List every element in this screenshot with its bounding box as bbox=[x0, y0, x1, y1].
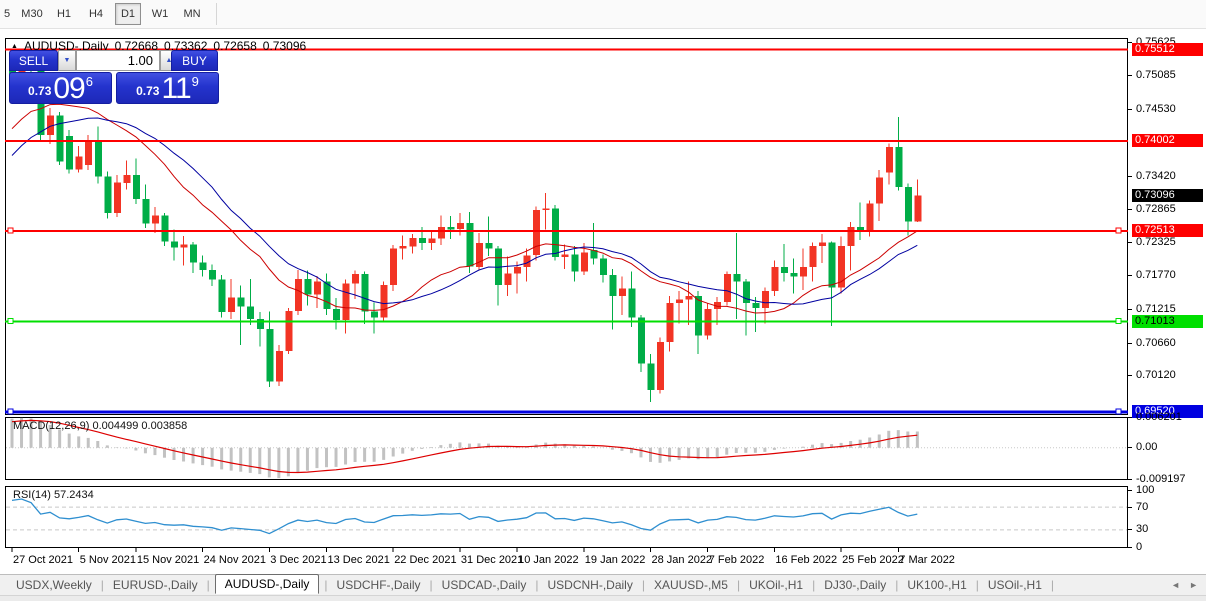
date-tick-label: 13 Dec 2021 bbox=[327, 554, 389, 566]
tab-separator: | bbox=[895, 578, 899, 592]
timeframe-button-m30[interactable]: M30 bbox=[19, 3, 45, 25]
price-axis-tick: 0.70660 bbox=[1128, 337, 1206, 350]
chart-tab-usdx-weekly[interactable]: USDX,Weekly bbox=[12, 577, 96, 593]
chart-tab-ukoil-h1[interactable]: UKOil-,H1 bbox=[745, 577, 807, 593]
chart-tab-usdcnh-daily[interactable]: USDCNH-,Daily bbox=[543, 577, 636, 593]
rsi-axis-30: 30 bbox=[1128, 523, 1206, 536]
timeframe-button-w1[interactable]: W1 bbox=[147, 3, 173, 25]
date-tick-label: 5 Nov 2021 bbox=[80, 554, 136, 566]
price-axis-tick: 0.72865 bbox=[1128, 203, 1206, 216]
tab-separator: | bbox=[812, 578, 816, 592]
rsi-axis-0: 0 bbox=[1128, 541, 1206, 554]
tabs-scroll-right-icon[interactable]: ► bbox=[1189, 580, 1198, 590]
rsi-label: RSI(14) 57.2434 bbox=[13, 489, 94, 501]
date-tick-label: 3 Dec 2021 bbox=[270, 554, 326, 566]
timeframe-button-d1[interactable]: D1 bbox=[115, 3, 141, 25]
date-tick-label: 24 Nov 2021 bbox=[204, 554, 266, 566]
macd-axis-max: 0.006201 bbox=[1128, 411, 1206, 424]
buy-price-display[interactable]: 0.73 11 9 bbox=[116, 72, 219, 104]
price-axis-tick: 0.74530 bbox=[1128, 103, 1206, 116]
one-click-trading-panel: SELL ▼ ▲ BUY 0.73096 0.73119 bbox=[8, 50, 219, 104]
price-axis-tick: 0.75085 bbox=[1128, 69, 1206, 82]
hline-price-tag-0.71013: 0.71013 bbox=[1132, 315, 1203, 329]
hline-handle bbox=[1115, 318, 1122, 325]
date-tick-label: 27 Oct 2021 bbox=[13, 554, 73, 566]
price-axis-tick: 0.73420 bbox=[1128, 170, 1206, 183]
volume-decrease-button[interactable]: ▼ bbox=[58, 50, 76, 71]
chart-tab-audusd-daily[interactable]: AUDUSD-,Daily bbox=[214, 574, 320, 594]
date-tick-label: 10 Jan 2022 bbox=[518, 554, 579, 566]
buy-price-pips: 11 bbox=[161, 72, 191, 105]
sell-price-prefix: 0.73 bbox=[28, 84, 52, 98]
hline-price-tag-0.75512: 0.75512 bbox=[1132, 43, 1203, 57]
chart-tab-dj30-daily[interactable]: DJ30-,Daily bbox=[820, 577, 890, 593]
window-bottom-edge bbox=[0, 595, 1206, 601]
tab-scroll-arrows: ◄ ► bbox=[1171, 580, 1198, 590]
date-tick-label: 31 Dec 2021 bbox=[461, 554, 523, 566]
date-tick-label: 19 Jan 2022 bbox=[585, 554, 646, 566]
date-tick-label: 16 Feb 2022 bbox=[775, 554, 837, 566]
tab-separator: | bbox=[535, 578, 539, 592]
timeframe-button-h4[interactable]: H4 bbox=[83, 3, 109, 25]
date-tick-label: 7 Feb 2022 bbox=[709, 554, 765, 566]
tab-separator: | bbox=[1050, 578, 1055, 592]
collapse-arrow-icon[interactable]: ▲ bbox=[11, 43, 18, 50]
timeframe-button-5[interactable]: 5 bbox=[2, 3, 12, 25]
tab-separator: | bbox=[736, 578, 741, 592]
price-axis-tick: 0.72325 bbox=[1128, 236, 1206, 249]
hline-handle bbox=[1115, 408, 1122, 415]
timeframe-button-mn[interactable]: MN bbox=[179, 3, 205, 25]
timeframe-toolbar: 5 M30 H1 H4 D1 W1 MN bbox=[0, 0, 1206, 29]
ohlc-low: 0.72658 bbox=[213, 39, 257, 53]
current-price-tag: 0.73096 bbox=[1132, 189, 1203, 203]
sell-price-point: 6 bbox=[85, 74, 93, 89]
hline-handle bbox=[1115, 227, 1122, 234]
timeframe-button-h1[interactable]: H1 bbox=[51, 3, 77, 25]
mt4-terminal-window: 5 M30 H1 H4 D1 W1 MN MACD(12,26,9) 0.004499 0.… bbox=[0, 0, 1206, 601]
chart-tabs-bar: USDX,Weekly | EURUSD-,Daily | AUDUSD-,Daily |… bbox=[0, 574, 1206, 595]
chart-tab-xauusd-m5[interactable]: XAUUSD-,M5 bbox=[650, 577, 732, 593]
date-tick-label: 22 Dec 2021 bbox=[394, 554, 456, 566]
chart-tab-usdchf-daily[interactable]: USDCHF-,Daily bbox=[333, 577, 425, 593]
chart-tab-uk100-h1[interactable]: UK100-,H1 bbox=[903, 577, 970, 593]
price-axis-tick: 0.71770 bbox=[1128, 269, 1206, 282]
date-tick-label: 7 Mar 2022 bbox=[899, 554, 955, 566]
buy-button[interactable]: BUY bbox=[171, 50, 218, 71]
buy-price-prefix: 0.73 bbox=[136, 84, 160, 98]
date-tick-label: 28 Jan 2022 bbox=[652, 554, 713, 566]
tab-separator: | bbox=[324, 578, 328, 592]
hline-price-tag-0.72513: 0.72513 bbox=[1132, 224, 1203, 238]
hline-price-tag-0.74002: 0.74002 bbox=[1132, 134, 1203, 148]
tab-separator: | bbox=[641, 578, 645, 592]
sell-button[interactable]: SELL bbox=[9, 50, 58, 71]
tabs-scroll-left-icon[interactable]: ◄ bbox=[1171, 580, 1180, 590]
macd-label: MACD(12,26,9) 0.004499 0.003858 bbox=[13, 420, 187, 432]
rsi-axis-70: 70 bbox=[1128, 501, 1206, 514]
ohlc-close: 0.73096 bbox=[262, 39, 307, 53]
hline-handle bbox=[7, 227, 14, 234]
price-chart[interactable]: MACD(12,26,9) 0.004499 0.003858 RSI(14) 5… bbox=[5, 38, 1128, 573]
sell-price-display[interactable]: 0.73 09 6 bbox=[9, 72, 112, 104]
macd-axis-zero: 0.00 bbox=[1128, 441, 1206, 454]
volume-input[interactable] bbox=[76, 50, 160, 71]
chart-tab-usdcad-daily[interactable]: USDCAD-,Daily bbox=[438, 577, 531, 593]
toolbar-separator bbox=[216, 3, 217, 25]
tab-separator: | bbox=[100, 578, 104, 592]
sell-price-pips: 09 bbox=[53, 72, 85, 105]
price-axis[interactable]: 0.756250.750850.745300.734200.728650.723… bbox=[1128, 36, 1206, 572]
price-axis-tick: 0.70120 bbox=[1128, 369, 1206, 382]
date-tick-label: 15 Nov 2021 bbox=[137, 554, 199, 566]
buy-price-point: 9 bbox=[191, 74, 199, 89]
tab-separator: | bbox=[975, 578, 979, 592]
hline-handle bbox=[7, 318, 14, 325]
rsi-panel-frame bbox=[5, 486, 1128, 548]
chart-tab-eurusd-daily[interactable]: EURUSD-,Daily bbox=[109, 577, 202, 593]
chart-tab-usoil-h1[interactable]: USOil-,H1 bbox=[984, 577, 1046, 593]
price-axis-tick: 0.71215 bbox=[1128, 303, 1206, 316]
hline-handle bbox=[7, 408, 14, 415]
rsi-axis-100: 100 bbox=[1128, 484, 1206, 497]
tab-separator: | bbox=[429, 578, 433, 592]
date-tick-label: 25 Feb 2022 bbox=[842, 554, 904, 566]
tab-separator: | bbox=[206, 578, 210, 592]
